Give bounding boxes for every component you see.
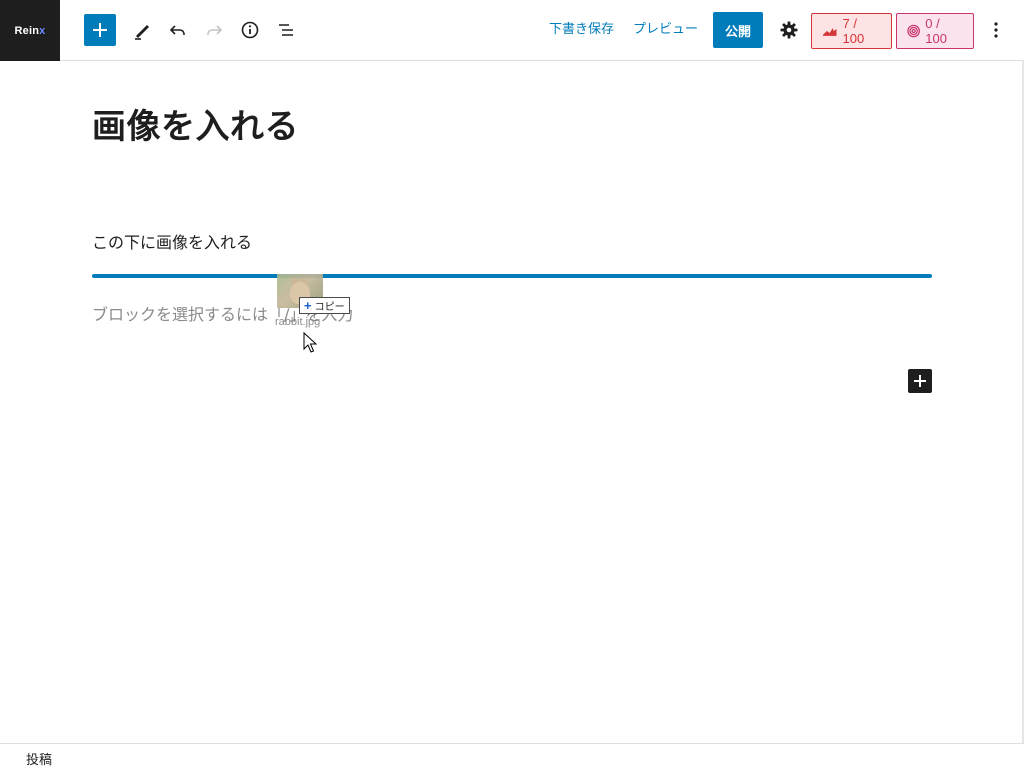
redo-icon [207, 25, 223, 35]
publish-button[interactable]: 公開 [713, 12, 763, 48]
undo-icon [169, 25, 185, 35]
drag-copy-badge: + コピー [299, 297, 350, 314]
copy-label: コピー [314, 302, 345, 313]
undo-button[interactable] [162, 14, 194, 46]
logo-text: Reinx [14, 24, 46, 37]
site-logo[interactable]: Reinx [0, 0, 60, 61]
preview-button[interactable]: プレビュー [633, 20, 698, 38]
editor-header: Reinx 下書き保存 プレビュー 公開 7 / 100 0 / 100 [0, 0, 1024, 61]
block-breadcrumb[interactable]: 投稿 [26, 749, 52, 768]
readability-score-button[interactable]: 0 / 100 [896, 13, 974, 49]
seo-score-value: 7 / 100 [842, 16, 865, 46]
readability-score-icon [907, 24, 920, 38]
drop-indicator [92, 274, 932, 278]
plus-icon [93, 23, 107, 37]
tools-edit-button[interactable] [126, 14, 158, 46]
mouse-cursor-icon [303, 332, 317, 353]
gear-icon [780, 21, 798, 39]
paragraph-block[interactable]: この下に画像を入れる [92, 229, 252, 253]
list-view-icon [279, 24, 293, 36]
editor-canvas [0, 61, 1022, 743]
pencil-icon [135, 25, 149, 40]
post-title[interactable]: 画像を入れる [92, 99, 299, 148]
settings-button[interactable] [773, 14, 805, 46]
details-button[interactable] [234, 14, 266, 46]
more-vertical-icon [994, 22, 998, 38]
block-inserter-toggle-button[interactable] [84, 14, 116, 46]
more-options-button[interactable] [980, 14, 1012, 46]
seo-score-icon [822, 28, 837, 36]
editor-footer: 投稿 [0, 743, 1024, 768]
redo-button[interactable] [198, 14, 230, 46]
plus-icon [914, 375, 926, 387]
save-draft-button[interactable]: 下書き保存 [549, 20, 614, 38]
plus-icon: + [304, 298, 312, 313]
dragged-file-name: rabbit.jpg [275, 316, 321, 328]
info-icon [241, 21, 259, 39]
seo-score-button[interactable]: 7 / 100 [811, 13, 892, 49]
block-inserter-button[interactable] [908, 369, 932, 393]
readability-score-value: 0 / 100 [925, 16, 947, 46]
list-view-button[interactable] [270, 14, 302, 46]
